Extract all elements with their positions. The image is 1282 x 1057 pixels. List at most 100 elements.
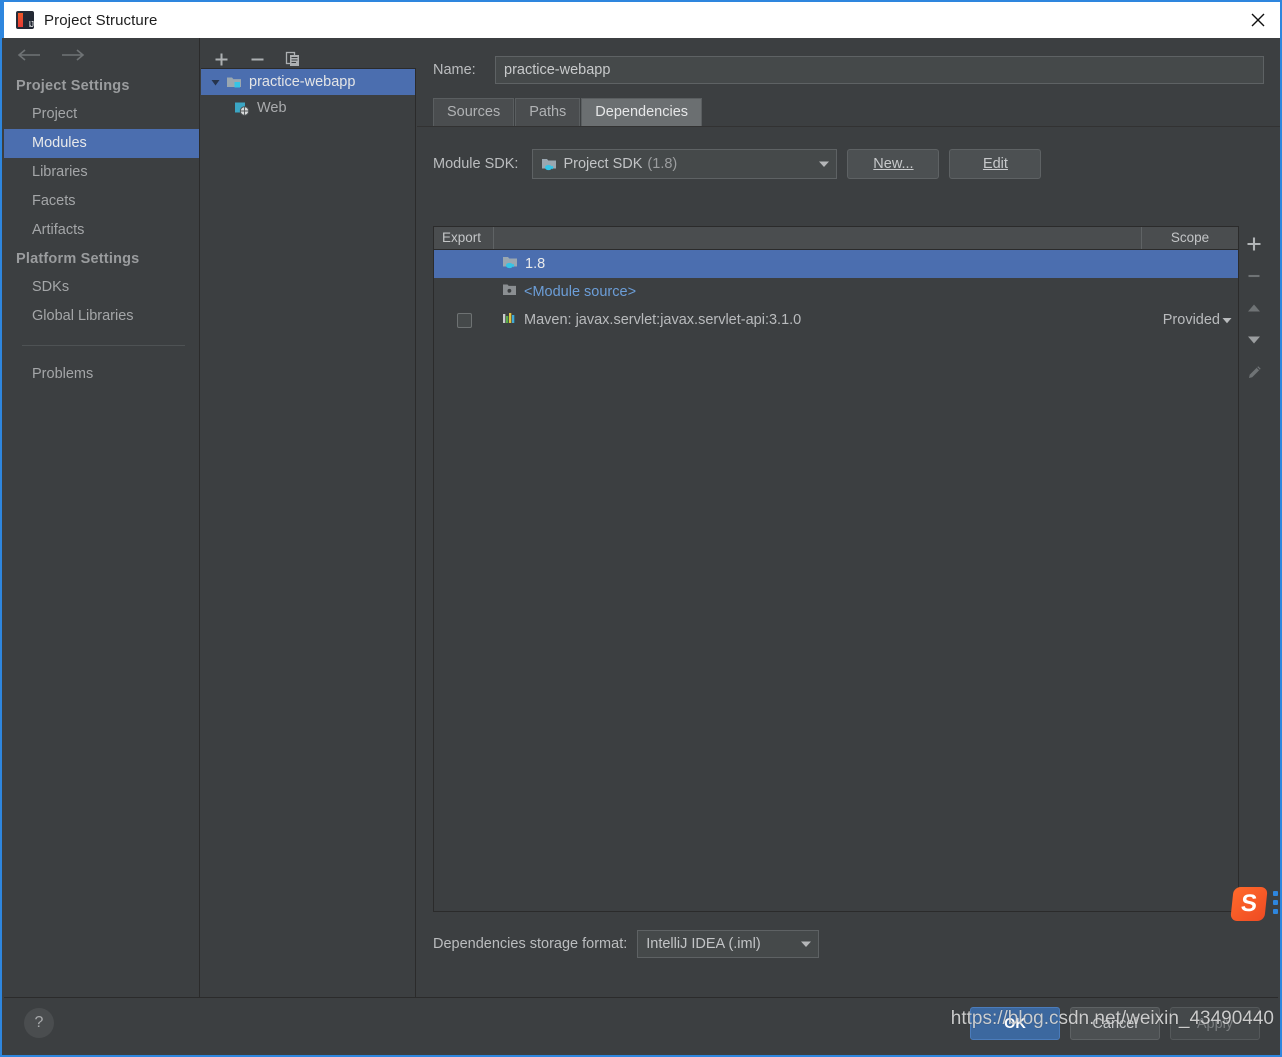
close-icon[interactable] (1234, 2, 1280, 38)
apply-button: Apply (1170, 1007, 1260, 1040)
modules-tree-body: practice-webapp Web (201, 68, 416, 1000)
module-name-label: Name: (433, 62, 476, 78)
dependencies-storage-label: Dependencies storage format: (433, 936, 628, 952)
title-bar: Project Structure (2, 0, 1280, 38)
export-checkbox[interactable] (456, 312, 472, 328)
chevron-down-icon[interactable] (790, 940, 812, 948)
tab-dependencies[interactable]: Dependencies (581, 98, 703, 126)
dialog-buttons: OK Cancel Apply (970, 1007, 1260, 1040)
module-name-row: Name: (417, 38, 1280, 84)
minus-icon (1248, 274, 1260, 278)
tab-sources[interactable]: Sources (433, 98, 515, 126)
dependency-name-cell: 1.8 (494, 255, 1142, 273)
dependencies-side-toolbar (1239, 226, 1269, 912)
maven-library-glyph (503, 313, 515, 323)
module-sdk-value: Project SDK (563, 156, 643, 172)
dependencies-table: Export Scope 1.8 <Module source> Maven: … (433, 226, 1239, 912)
jdk-glyph (542, 159, 557, 171)
sidebar-item-facets[interactable]: Facets (4, 187, 199, 216)
arrow-right-icon[interactable] (60, 48, 86, 62)
module-editor-panel: Name: Sources Paths Dependencies Module … (417, 38, 1280, 1000)
window-title: Project Structure (44, 11, 158, 29)
sidebar-group-project-settings: Project Settings (16, 78, 130, 94)
module-sdk-label: Module SDK: (433, 156, 519, 172)
intellij-idea-icon (16, 11, 34, 29)
dependency-name-cell: Maven: javax.servlet:javax.servlet-api:3… (494, 311, 1142, 329)
copy-module-button[interactable] (283, 49, 303, 69)
module-folder-glyph (227, 77, 241, 88)
dependency-name-label: <Module source> (524, 284, 637, 300)
tree-node-label: Web (257, 100, 287, 116)
tree-node-web[interactable]: Web (201, 95, 415, 121)
table-row[interactable]: Maven: javax.servlet:javax.servlet-api:3… (434, 306, 1238, 334)
sidebar-item-libraries[interactable]: Libraries (4, 158, 199, 187)
sidebar-item-artifacts[interactable]: Artifacts (4, 216, 199, 245)
module-tabs: Sources Paths Dependencies (433, 98, 1280, 126)
web-facet-icon (233, 101, 251, 116)
cancel-button[interactable]: Cancel (1070, 1007, 1160, 1040)
move-down-button[interactable] (1242, 328, 1266, 352)
module-sdk-combo[interactable]: Project SDK (1.8) (532, 149, 838, 179)
move-up-button[interactable] (1242, 296, 1266, 320)
web-facet-glyph (235, 102, 250, 116)
remove-dependency-button[interactable] (1242, 264, 1266, 288)
sidebar-item-sdks[interactable]: SDKs (4, 273, 199, 302)
tree-node-practice-webapp[interactable]: practice-webapp (201, 69, 415, 95)
scope-dropdown[interactable]: Provided (1142, 312, 1238, 328)
dialog-footer: ? OK Cancel Apply (4, 997, 1278, 1053)
copy-icon (285, 51, 299, 66)
plus-icon (215, 53, 227, 65)
edit-dependency-button[interactable] (1242, 360, 1266, 384)
minus-icon (251, 58, 263, 60)
column-header-export[interactable]: Export (434, 227, 494, 249)
column-header-scope[interactable]: Scope (1142, 227, 1238, 249)
chevron-down-icon[interactable] (808, 160, 830, 168)
caret-down-glyph (1222, 317, 1232, 323)
pencil-icon (1248, 365, 1261, 378)
export-cell (434, 312, 494, 328)
sidebar-item-problems[interactable]: Problems (4, 360, 199, 389)
module-source-icon (502, 283, 517, 301)
module-sdk-version: (1.8) (647, 156, 678, 172)
sidebar-item-project[interactable]: Project (4, 100, 199, 129)
tab-paths[interactable]: Paths (515, 98, 581, 126)
sidebar-item-global-libraries[interactable]: Global Libraries (4, 302, 199, 331)
new-sdk-button[interactable]: New... (847, 149, 940, 179)
jdk-icon (541, 157, 557, 171)
arrow-left-glyph (17, 49, 40, 61)
module-source-glyph (503, 284, 516, 295)
remove-module-button[interactable] (247, 49, 267, 69)
edit-sdk-button[interactable]: Edit (949, 149, 1042, 179)
module-folder-icon (225, 75, 243, 89)
dependencies-storage-value: IntelliJ IDEA (.iml) (646, 936, 761, 952)
help-button[interactable]: ? (24, 1008, 54, 1038)
dependency-name-label: 1.8 (525, 256, 546, 272)
dependencies-storage-combo[interactable]: IntelliJ IDEA (.iml) (637, 930, 820, 958)
module-sdk-row: Module SDK: Project SDK (1.8) New... Edi… (417, 127, 1280, 179)
edit-sdk-button-label: Edit (982, 156, 1008, 172)
arrow-left-icon[interactable] (16, 48, 42, 62)
jdk-icon (502, 255, 518, 273)
add-dependency-button[interactable] (1242, 232, 1266, 256)
table-row[interactable]: <Module source> (434, 278, 1238, 306)
sidebar-divider (22, 345, 185, 346)
scope-value: Provided (1162, 312, 1220, 328)
column-header-name[interactable] (494, 227, 1142, 249)
modules-tree-panel: practice-webapp Web (201, 38, 416, 1000)
new-sdk-button-label: New... (873, 156, 914, 172)
plus-icon (1247, 237, 1261, 251)
table-row[interactable]: 1.8 (434, 250, 1238, 278)
dependency-name-label: Maven: javax.servlet:javax.servlet-api:3… (524, 312, 802, 328)
chevron-down-glyph (801, 941, 812, 947)
caret-down-icon (1222, 317, 1232, 324)
chevron-down-icon[interactable] (207, 77, 223, 88)
dependency-name-cell: <Module source> (494, 283, 1142, 301)
ok-button[interactable]: OK (970, 1007, 1060, 1040)
jdk-glyph (503, 257, 517, 269)
sidebar-item-modules[interactable]: Modules (4, 129, 199, 158)
add-module-button[interactable] (211, 49, 231, 69)
dependencies-storage-row: Dependencies storage format: IntelliJ ID… (433, 930, 820, 958)
chevron-down-glyph (211, 79, 219, 85)
module-name-input[interactable] (495, 56, 1264, 84)
arrow-up-icon (1248, 304, 1260, 312)
